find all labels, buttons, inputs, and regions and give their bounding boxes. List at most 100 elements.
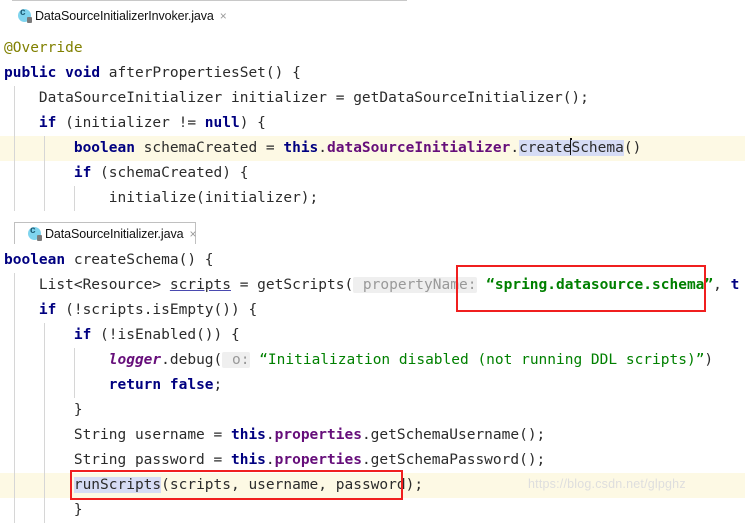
code-token: . <box>265 427 275 443</box>
code-token: boolean <box>4 252 66 268</box>
code-token: (!scripts.isEmpty()) { <box>56 302 258 318</box>
code-line-text: boolean createSchema() { <box>0 248 214 273</box>
code-token: if <box>38 302 57 318</box>
code-line[interactable]: boolean createSchema() { <box>0 248 745 273</box>
code-line[interactable]: List<Resource> scripts = getScripts( pro… <box>0 273 745 298</box>
code-token: runScripts <box>73 477 162 493</box>
code-token: this <box>283 140 319 156</box>
code-line[interactable]: initialize(initializer); <box>0 186 745 211</box>
code-token: logger <box>108 352 162 368</box>
code-token: null <box>204 115 240 131</box>
code-token: o: <box>222 352 251 368</box>
code-line[interactable]: return false; <box>0 373 745 398</box>
code-token: if <box>38 115 57 131</box>
code-token: @Override <box>4 40 83 56</box>
code-token: . <box>265 452 275 468</box>
code-line-text: runScripts(scripts, username, password); <box>0 473 423 498</box>
code-token: create <box>519 140 572 156</box>
code-token: scripts <box>169 277 231 293</box>
code-token: ) <box>704 352 714 368</box>
code-token: . <box>510 140 520 156</box>
code-line-text: @Override <box>0 36 83 61</box>
code-line-text: public void afterPropertiesSet() { <box>0 61 301 86</box>
tab-label: DataSourceInitializerInvoker.java <box>35 8 214 23</box>
editor-window: DataSourceInitializerInvoker.java × @Ove… <box>0 0 745 523</box>
code-line[interactable]: if (schemaCreated) { <box>0 161 745 186</box>
tab-datasourceinitializerinvoker[interactable]: DataSourceInitializerInvoker.java × <box>10 5 233 26</box>
code-token: properties <box>274 427 362 443</box>
code-token: initialize(initializer); <box>4 190 319 206</box>
code-line[interactable]: logger.debug( o: “Initialization disable… <box>0 348 745 373</box>
code-token: “Initialization disabled (not running DD… <box>259 352 705 368</box>
code-line[interactable]: DataSourceInitializer initializer = getD… <box>0 86 745 111</box>
code-line-text: return false; <box>0 373 223 398</box>
code-line[interactable]: public void afterPropertiesSet() { <box>0 61 745 86</box>
code-token: DataSourceInitializer initializer = getD… <box>4 90 589 106</box>
code-token: } <box>4 402 83 418</box>
editor-tabstrip-top: DataSourceInitializerInvoker.java × <box>0 0 745 23</box>
tab-datasourceinitializer[interactable]: DataSourceInitializer.java × <box>20 223 202 244</box>
code-token: (scripts, username, password); <box>161 477 424 493</box>
code-token: List<Resource> <box>4 277 170 293</box>
close-icon[interactable]: × <box>220 9 227 23</box>
tab-label: DataSourceInitializer.java <box>45 226 184 241</box>
code-token: public <box>4 65 57 81</box>
watermark-csdn: https://blog.csdn.net/glpghz <box>528 477 686 491</box>
code-token: this <box>230 452 266 468</box>
code-line[interactable]: String password = this.properties.getSch… <box>0 448 745 473</box>
code-token: () <box>623 140 642 156</box>
code-token: = getScripts( <box>230 277 354 293</box>
code-token: String username = <box>4 427 231 443</box>
code-token: dataSourceInitializer <box>327 140 511 156</box>
code-token: boolean <box>73 140 135 156</box>
code-line[interactable]: boolean schemaCreated = this.dataSourceI… <box>0 136 745 161</box>
code-area-top[interactable]: @Override public void afterPropertiesSet(… <box>0 36 745 211</box>
code-line-text: String username = this.properties.getSch… <box>0 423 545 448</box>
java-class-icon <box>18 7 32 23</box>
code-line-text: List<Resource> scripts = getScripts( pro… <box>0 273 739 298</box>
code-line[interactable]: if (initializer != null) { <box>0 111 745 136</box>
code-token: Schema <box>571 140 624 156</box>
code-line-text: if (!isEnabled()) { <box>0 323 240 348</box>
code-token: ) { <box>239 115 266 131</box>
code-token: (initializer != <box>56 115 205 131</box>
code-token: schemaCreated = <box>134 140 284 156</box>
code-token: if <box>73 327 92 343</box>
code-token: .getSchemaUsername(); <box>361 427 546 443</box>
code-line-text: String password = this.properties.getSch… <box>0 448 545 473</box>
code-token: “spring.datasource.schema” <box>486 277 714 293</box>
code-line[interactable]: String username = this.properties.getSch… <box>0 423 745 448</box>
code-line[interactable]: if (!isEnabled()) { <box>0 323 745 348</box>
code-token: .debug( <box>161 352 223 368</box>
code-token: } <box>4 502 83 518</box>
java-class-icon <box>28 225 42 241</box>
code-line[interactable]: } <box>0 398 745 423</box>
code-token: createSchema() { <box>65 252 214 268</box>
code-line[interactable]: if (!scripts.isEmpty()) { <box>0 298 745 323</box>
code-line-text: DataSourceInitializer initializer = getD… <box>0 86 589 111</box>
code-line-text: if (initializer != null) { <box>0 111 266 136</box>
code-token: . <box>318 140 328 156</box>
code-token: false <box>169 377 214 393</box>
code-token: void <box>65 65 101 81</box>
code-token: if <box>73 165 92 181</box>
code-line-text: logger.debug( o: “Initialization disable… <box>0 348 713 373</box>
code-token: ; <box>213 377 223 393</box>
close-icon[interactable]: × <box>189 227 196 241</box>
code-token: String password = <box>4 452 231 468</box>
code-line-text: if (schemaCreated) { <box>0 161 249 186</box>
code-line[interactable]: } <box>0 498 745 523</box>
code-line[interactable]: @Override <box>0 36 745 61</box>
code-token: t <box>730 277 740 293</box>
